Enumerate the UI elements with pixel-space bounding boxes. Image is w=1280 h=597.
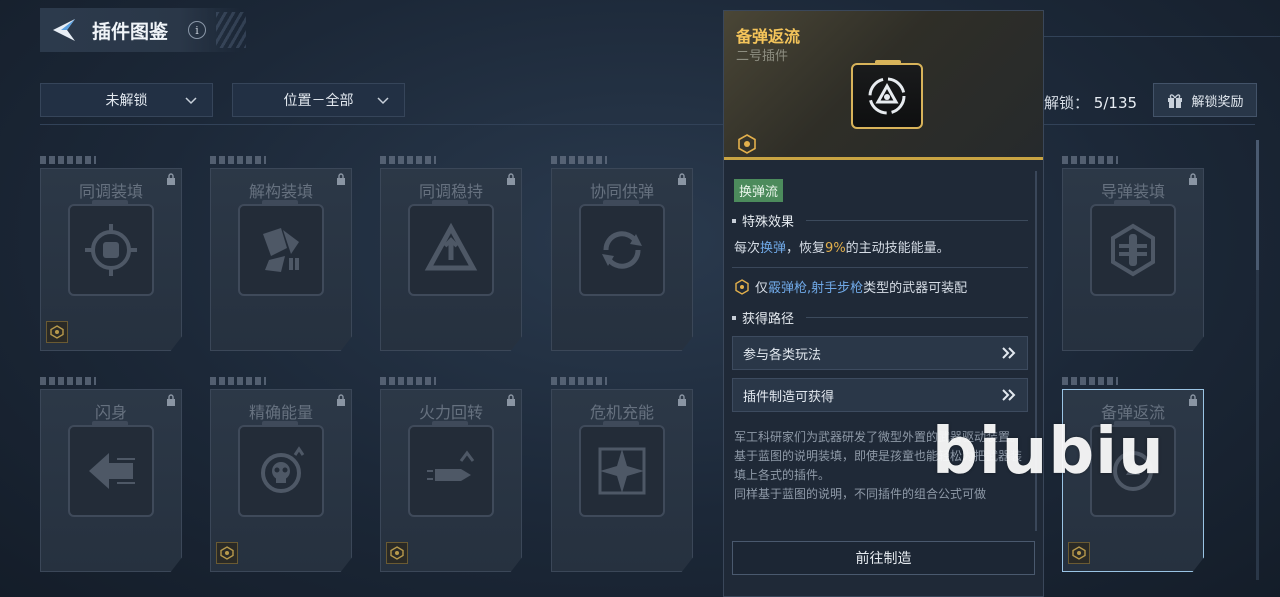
header-stripes-decoration bbox=[216, 12, 246, 48]
rarity-badge-icon bbox=[738, 134, 756, 154]
card-tag-decoration bbox=[1062, 156, 1118, 164]
plugin-card[interactable]: 闪身 bbox=[40, 377, 182, 572]
lock-icon bbox=[678, 173, 686, 185]
route-button-gameplay[interactable]: 参与各类玩法 bbox=[732, 336, 1028, 370]
missile-rack-icon bbox=[1090, 204, 1176, 296]
card-name: 导弹装填 bbox=[1100, 182, 1165, 201]
lock-icon bbox=[1189, 173, 1197, 185]
route-label: 插件制造可获得 bbox=[743, 389, 835, 405]
rarity-badge-icon bbox=[1068, 542, 1090, 564]
card-name: 闪身 bbox=[94, 403, 127, 422]
unlock-count: 解锁： 5/135 bbox=[1044, 92, 1137, 113]
plugin-card[interactable]: 危机充能 bbox=[551, 377, 693, 572]
card-tag-decoration bbox=[40, 156, 96, 164]
go-craft-label: 前往制造 bbox=[855, 551, 912, 567]
detail-subtitle: 二号插件 bbox=[736, 49, 789, 64]
plugin-card[interactable]: 导弹装填 bbox=[1062, 156, 1204, 351]
dash-arrow-icon bbox=[68, 425, 154, 517]
page-header: 插件图鉴 i bbox=[40, 8, 240, 52]
page-title: 插件图鉴 bbox=[92, 20, 169, 43]
detail-title: 备弹返流 bbox=[736, 27, 801, 46]
card-name: 同调稳持 bbox=[418, 182, 483, 201]
lock-icon bbox=[678, 394, 686, 406]
lock-icon bbox=[1189, 394, 1197, 406]
info-icon[interactable]: i bbox=[188, 21, 207, 39]
card-name: 危机充能 bbox=[589, 403, 654, 422]
card-name: 协同供弹 bbox=[589, 182, 654, 201]
lock-icon bbox=[167, 173, 175, 185]
card-name: 解构装填 bbox=[248, 182, 313, 201]
watermark-logo: biubiu bbox=[932, 415, 1165, 489]
double-chevron-right-icon bbox=[1002, 389, 1016, 401]
grid-scrollbar-thumb[interactable] bbox=[1256, 140, 1259, 270]
top-line-decoration bbox=[1040, 36, 1280, 46]
card-tag-decoration bbox=[1062, 377, 1118, 385]
detail-header: 备弹返流 二号插件 bbox=[724, 11, 1043, 160]
route-label: 参与各类玩法 bbox=[743, 347, 822, 363]
playstyle-tag: 换弹流 bbox=[734, 179, 784, 202]
unlock-count-value: 5/135 bbox=[1093, 94, 1138, 112]
back-arrow-icon bbox=[53, 19, 75, 41]
reload-cycle-icon bbox=[851, 60, 923, 129]
back-button[interactable] bbox=[40, 8, 88, 52]
card-tag-decoration bbox=[380, 377, 436, 385]
cycle-ammo-icon bbox=[579, 204, 665, 296]
lock-icon bbox=[167, 394, 175, 406]
card-tag-decoration bbox=[551, 156, 607, 164]
card-tag-decoration bbox=[210, 377, 266, 385]
effect-heading: 特殊效果 bbox=[732, 211, 1028, 230]
plugin-detail-panel: 备弹返流 二号插件 换弹流 特殊效果 每次换弹，恢复9%的主动技能能量。 仅霰弹… bbox=[723, 10, 1044, 597]
triangle-arrows-icon bbox=[408, 204, 494, 296]
chevron-down-icon bbox=[377, 97, 389, 105]
card-tag-decoration bbox=[210, 156, 266, 164]
status-filter-dropdown[interactable]: 未解锁 bbox=[40, 83, 213, 117]
rarity-badge-icon bbox=[216, 542, 238, 564]
chevron-down-icon bbox=[185, 97, 197, 105]
card-tag-decoration bbox=[551, 377, 607, 385]
card-name: 精确能量 bbox=[248, 403, 313, 422]
fist-crosshair-icon bbox=[68, 204, 154, 296]
plugin-card[interactable]: 精确能量 bbox=[210, 377, 352, 572]
rarity-badge-icon bbox=[386, 542, 408, 564]
shatter-icon bbox=[238, 204, 324, 296]
rarity-badge-icon bbox=[46, 321, 68, 343]
star-burst-icon bbox=[579, 425, 665, 517]
rarity-badge-icon bbox=[735, 278, 749, 295]
skull-target-icon bbox=[238, 425, 324, 517]
gift-icon bbox=[1168, 94, 1183, 108]
position-filter-value: 位置－全部 bbox=[283, 93, 354, 109]
route-heading: 获得路径 bbox=[732, 308, 1028, 327]
lock-icon bbox=[507, 394, 515, 406]
plugin-card[interactable]: 同调稳持 bbox=[380, 156, 522, 351]
route-button-crafting[interactable]: 插件制造可获得 bbox=[732, 378, 1028, 412]
plugin-card[interactable]: 协同供弹 bbox=[551, 156, 693, 351]
unlock-label: 解锁： bbox=[1044, 94, 1090, 112]
effect-text: 每次换弹，恢复9%的主动技能能量。 bbox=[734, 241, 950, 256]
bullet-arrow-icon bbox=[408, 425, 494, 517]
card-name: 同调装填 bbox=[78, 182, 143, 201]
position-filter-dropdown[interactable]: 位置－全部 bbox=[232, 83, 405, 117]
lock-icon bbox=[507, 173, 515, 185]
status-filter-value: 未解锁 bbox=[105, 93, 148, 109]
unlock-reward-button[interactable]: 解锁奖励 bbox=[1153, 83, 1257, 117]
unlock-reward-label: 解锁奖励 bbox=[1191, 94, 1244, 110]
plugin-card[interactable]: 火力回转 bbox=[380, 377, 522, 572]
go-craft-button[interactable]: 前往制造 bbox=[732, 541, 1035, 575]
double-chevron-right-icon bbox=[1002, 347, 1016, 359]
lock-icon bbox=[337, 173, 345, 185]
card-tag-decoration bbox=[380, 156, 436, 164]
lock-icon bbox=[337, 394, 345, 406]
plugin-card[interactable]: 解构装填 bbox=[210, 156, 352, 351]
card-tag-decoration bbox=[40, 377, 96, 385]
card-name: 火力回转 bbox=[418, 403, 483, 422]
weapon-restriction: 仅霰弹枪,射手步枪类型的武器可装配 bbox=[732, 277, 1028, 296]
plugin-card[interactable]: 同调装填 bbox=[40, 156, 182, 351]
filter-divider bbox=[40, 124, 1255, 125]
